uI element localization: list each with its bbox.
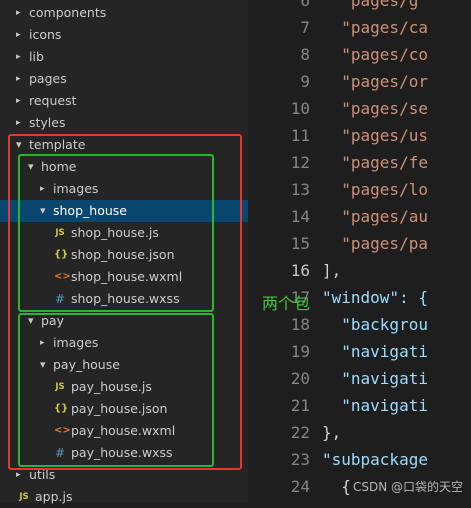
folder-components[interactable]: ▸ components [0, 2, 248, 24]
js-file-icon: JS [19, 492, 29, 502]
line-number: 15 [290, 234, 310, 253]
tree-item-label: request [29, 93, 77, 108]
home-package-highlight [18, 154, 214, 312]
line-number: 7 [300, 18, 310, 37]
line-number: 11 [290, 126, 310, 145]
chevron-right-icon[interactable]: ▸ [16, 24, 26, 46]
file-app-js[interactable]: JS app.js [0, 486, 248, 508]
tree-item-label: app.js [35, 489, 73, 504]
line-number: 10 [290, 99, 310, 118]
folder-request[interactable]: ▸ request [0, 90, 248, 112]
tree-item-label: lib [29, 49, 44, 64]
line-number: 6 [300, 0, 310, 10]
line-number: 20 [290, 369, 310, 388]
line-number: 8 [300, 45, 310, 64]
tree-item-label: components [29, 5, 107, 20]
code-line[interactable]: "navigati [322, 365, 428, 392]
line-number: 12 [290, 153, 310, 172]
folder-lib[interactable]: ▸ lib [0, 46, 248, 68]
pay-package-highlight [18, 313, 214, 467]
code-line[interactable]: { [322, 473, 351, 500]
chevron-right-icon[interactable]: ▸ [16, 90, 26, 112]
chevron-right-icon[interactable]: ▸ [16, 112, 26, 134]
code-line[interactable]: "pages/g [322, 0, 418, 14]
code-line[interactable]: }, [322, 419, 341, 446]
line-number: 18 [290, 315, 310, 334]
code-line[interactable]: "pages/au [322, 203, 428, 230]
line-number: 19 [290, 342, 310, 361]
chevron-right-icon[interactable]: ▸ [16, 46, 26, 68]
annotation-two-packages: 两个包 [262, 294, 311, 313]
code-line[interactable]: "pages/se [322, 95, 428, 122]
watermark: CSDN @口袋的天空 [352, 480, 463, 494]
code-line[interactable]: "navigati [322, 392, 428, 419]
code-line[interactable]: "window": { [322, 284, 428, 311]
chevron-right-icon[interactable]: ▸ [16, 2, 26, 24]
tree-item-label: icons [29, 27, 62, 42]
code-line[interactable]: "pages/fe [322, 149, 428, 176]
code-line[interactable]: "pages/co [322, 41, 428, 68]
code-line[interactable]: "pages/ca [322, 14, 428, 41]
line-number: 9 [300, 72, 310, 91]
line-number: 14 [290, 207, 310, 226]
line-number: 16 [290, 261, 310, 280]
folder-pages[interactable]: ▸ pages [0, 68, 248, 90]
code-line[interactable]: "navigati [322, 338, 428, 365]
chevron-right-icon[interactable]: ▸ [16, 68, 26, 90]
folder-icons[interactable]: ▸ icons [0, 24, 248, 46]
code-line[interactable]: "pages/us [322, 122, 428, 149]
line-number: 23 [290, 450, 310, 469]
code-line[interactable]: ], [322, 257, 341, 284]
line-number: 13 [290, 180, 310, 199]
line-number: 22 [290, 423, 310, 442]
code-line[interactable]: "backgrou [322, 311, 428, 338]
code-line[interactable]: "pages/lo [322, 176, 428, 203]
code-line[interactable]: "pages/or [322, 68, 428, 95]
line-number: 24 [290, 477, 310, 496]
tree-item-label: pages [29, 71, 67, 86]
code-line[interactable]: "subpackage [322, 446, 428, 473]
line-number: 21 [290, 396, 310, 415]
code-editor[interactable]: 6 "pages/g 7 "pages/ca 8 "pages/co 9 "pages… [248, 0, 471, 503]
tree-item-label: styles [29, 115, 66, 130]
code-line[interactable]: "pages/pa [322, 230, 428, 257]
folder-styles[interactable]: ▸ styles [0, 112, 248, 134]
